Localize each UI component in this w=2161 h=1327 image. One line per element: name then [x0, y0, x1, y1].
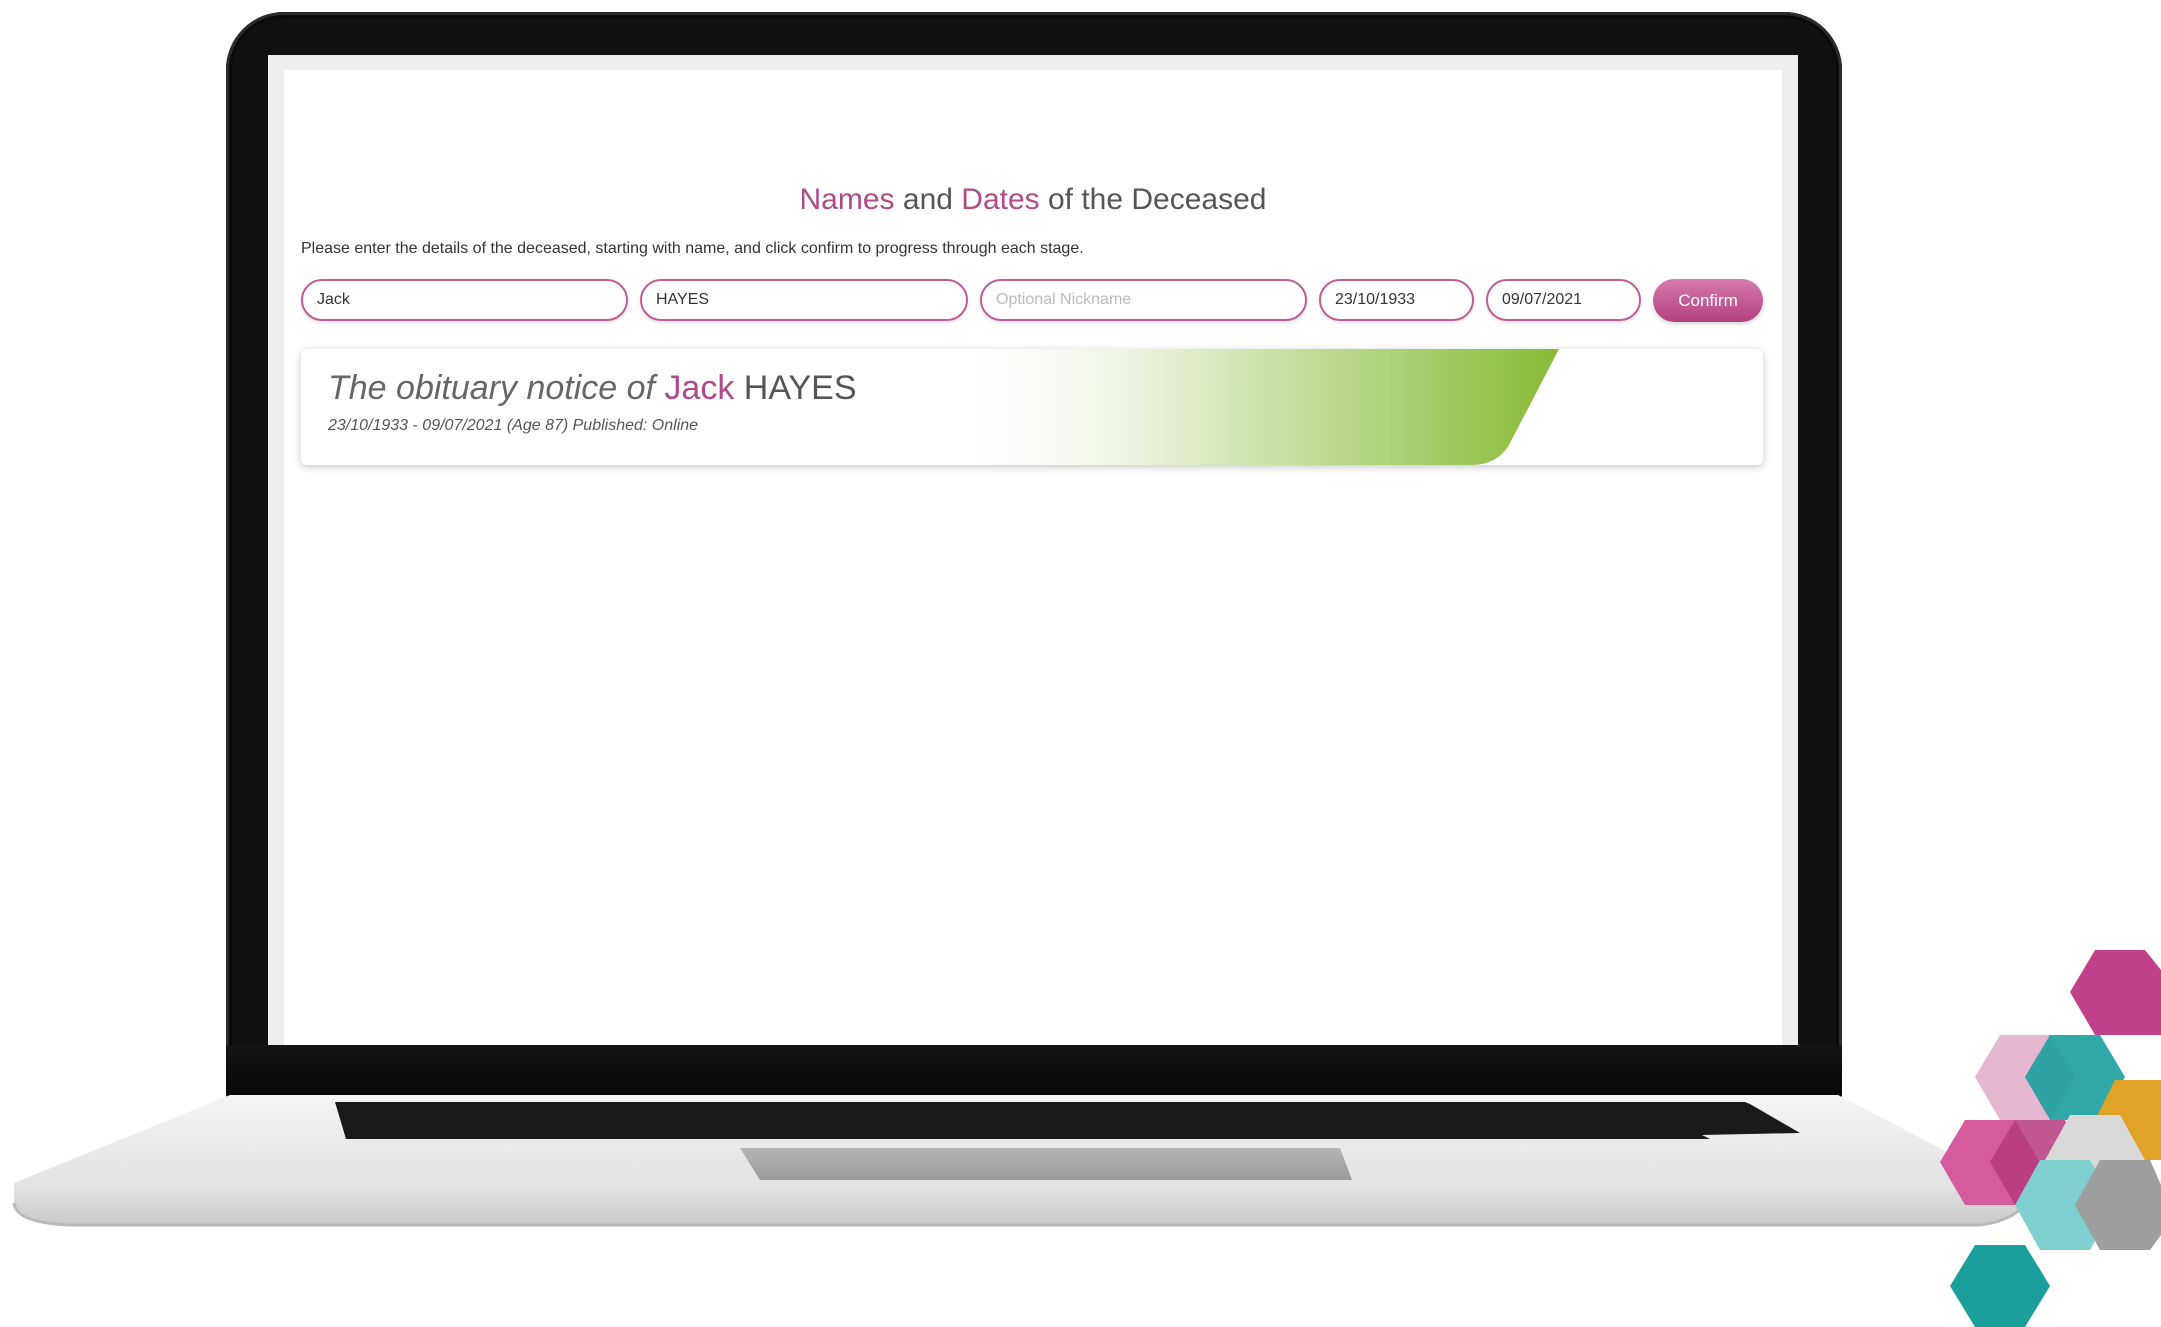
nickname-input[interactable] [980, 279, 1307, 321]
last-name-input[interactable] [640, 279, 968, 321]
title-names: Names [799, 183, 895, 216]
obituary-notice-card: The obituary notice of Jack HAYES 23/10/… [301, 349, 1763, 465]
date-of-birth-input[interactable] [1319, 279, 1474, 321]
laptop-base [12, 1095, 2032, 1227]
date-of-death-input[interactable] [1486, 279, 1641, 321]
notice-subheading: 23/10/1933 - 09/07/2021 (Age 87) Publish… [328, 417, 699, 434]
obituary-form-page: Names and Dates of the Deceased Please e… [284, 70, 1782, 1045]
hex-magenta [2070, 950, 2161, 1035]
title-dates: Dates [961, 183, 1040, 216]
notice-first-name: Jack [664, 369, 735, 407]
instructions-text: Please enter the details of the deceased… [301, 240, 1084, 257]
laptop-screen: Names and Dates of the Deceased Please e… [268, 55, 1798, 1045]
notice-last-name: HAYES [734, 369, 857, 407]
page-title: Names and Dates of the Deceased [284, 183, 1782, 217]
title-and: and [894, 183, 962, 216]
notice-heading: The obituary notice of Jack HAYES [328, 369, 857, 408]
notice-heading-prefix: The obituary notice of [328, 369, 665, 407]
first-name-input[interactable] [301, 279, 628, 321]
trackpad [740, 1148, 1352, 1180]
confirm-button[interactable]: Confirm [1653, 279, 1763, 322]
hex-teal-bottom [1950, 1245, 2050, 1327]
title-rest: of the Deceased [1039, 183, 1267, 216]
decorative-hexagons [1940, 950, 2161, 1327]
keyboard-keys [335, 1102, 1800, 1139]
